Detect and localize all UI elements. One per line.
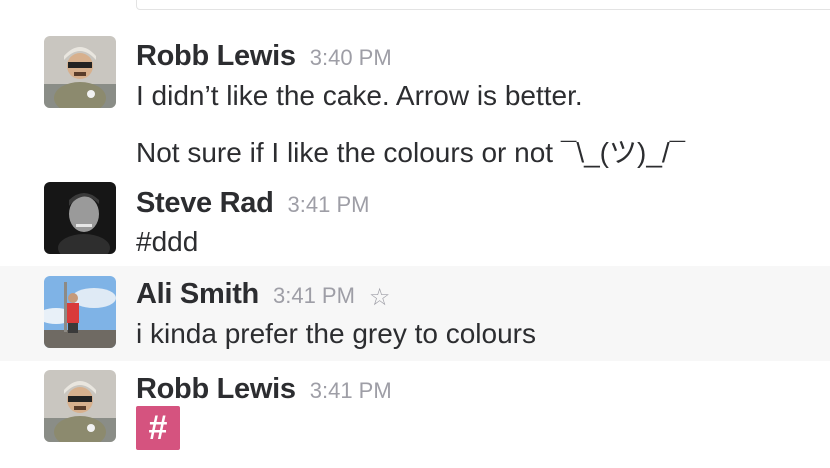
- timestamp[interactable]: 3:41 PM: [310, 378, 392, 404]
- message-ali-smith[interactable]: Ali Smith 3:41 PM ☆ i kinda prefer the g…: [0, 266, 830, 361]
- message-steve-rad[interactable]: Steve Rad 3:41 PM #ddd: [0, 180, 830, 266]
- author-name[interactable]: Steve Rad: [136, 187, 274, 220]
- message-robb-lewis-1[interactable]: Robb Lewis 3:40 PM I didn’t like the cak…: [0, 30, 830, 180]
- message-text: I didn’t like the cake. Arrow is better.: [136, 80, 583, 111]
- avatar-robb-lewis[interactable]: [44, 370, 116, 442]
- avatar-steve-rad[interactable]: [44, 182, 116, 254]
- timestamp[interactable]: 3:41 PM: [273, 283, 355, 309]
- message-robb-lewis-2[interactable]: Robb Lewis 3:41 PM #: [0, 361, 830, 468]
- star-outline-icon[interactable]: ☆: [369, 283, 391, 312]
- timestamp[interactable]: 3:40 PM: [310, 45, 392, 71]
- avatar-robb-lewis[interactable]: [44, 36, 116, 108]
- message-text: i kinda prefer the grey to colours: [136, 318, 536, 349]
- previous-message-card: [136, 0, 830, 10]
- avatar-ali-smith[interactable]: [44, 276, 116, 348]
- message-text: Not sure if I like the colours or not ¯\…: [136, 137, 686, 168]
- author-name[interactable]: Robb Lewis: [136, 373, 296, 406]
- hash-emoji[interactable]: #: [136, 406, 180, 450]
- message-text: #ddd: [136, 226, 199, 257]
- author-name[interactable]: Ali Smith: [136, 278, 259, 311]
- author-name[interactable]: Robb Lewis: [136, 40, 296, 73]
- timestamp[interactable]: 3:41 PM: [288, 192, 370, 218]
